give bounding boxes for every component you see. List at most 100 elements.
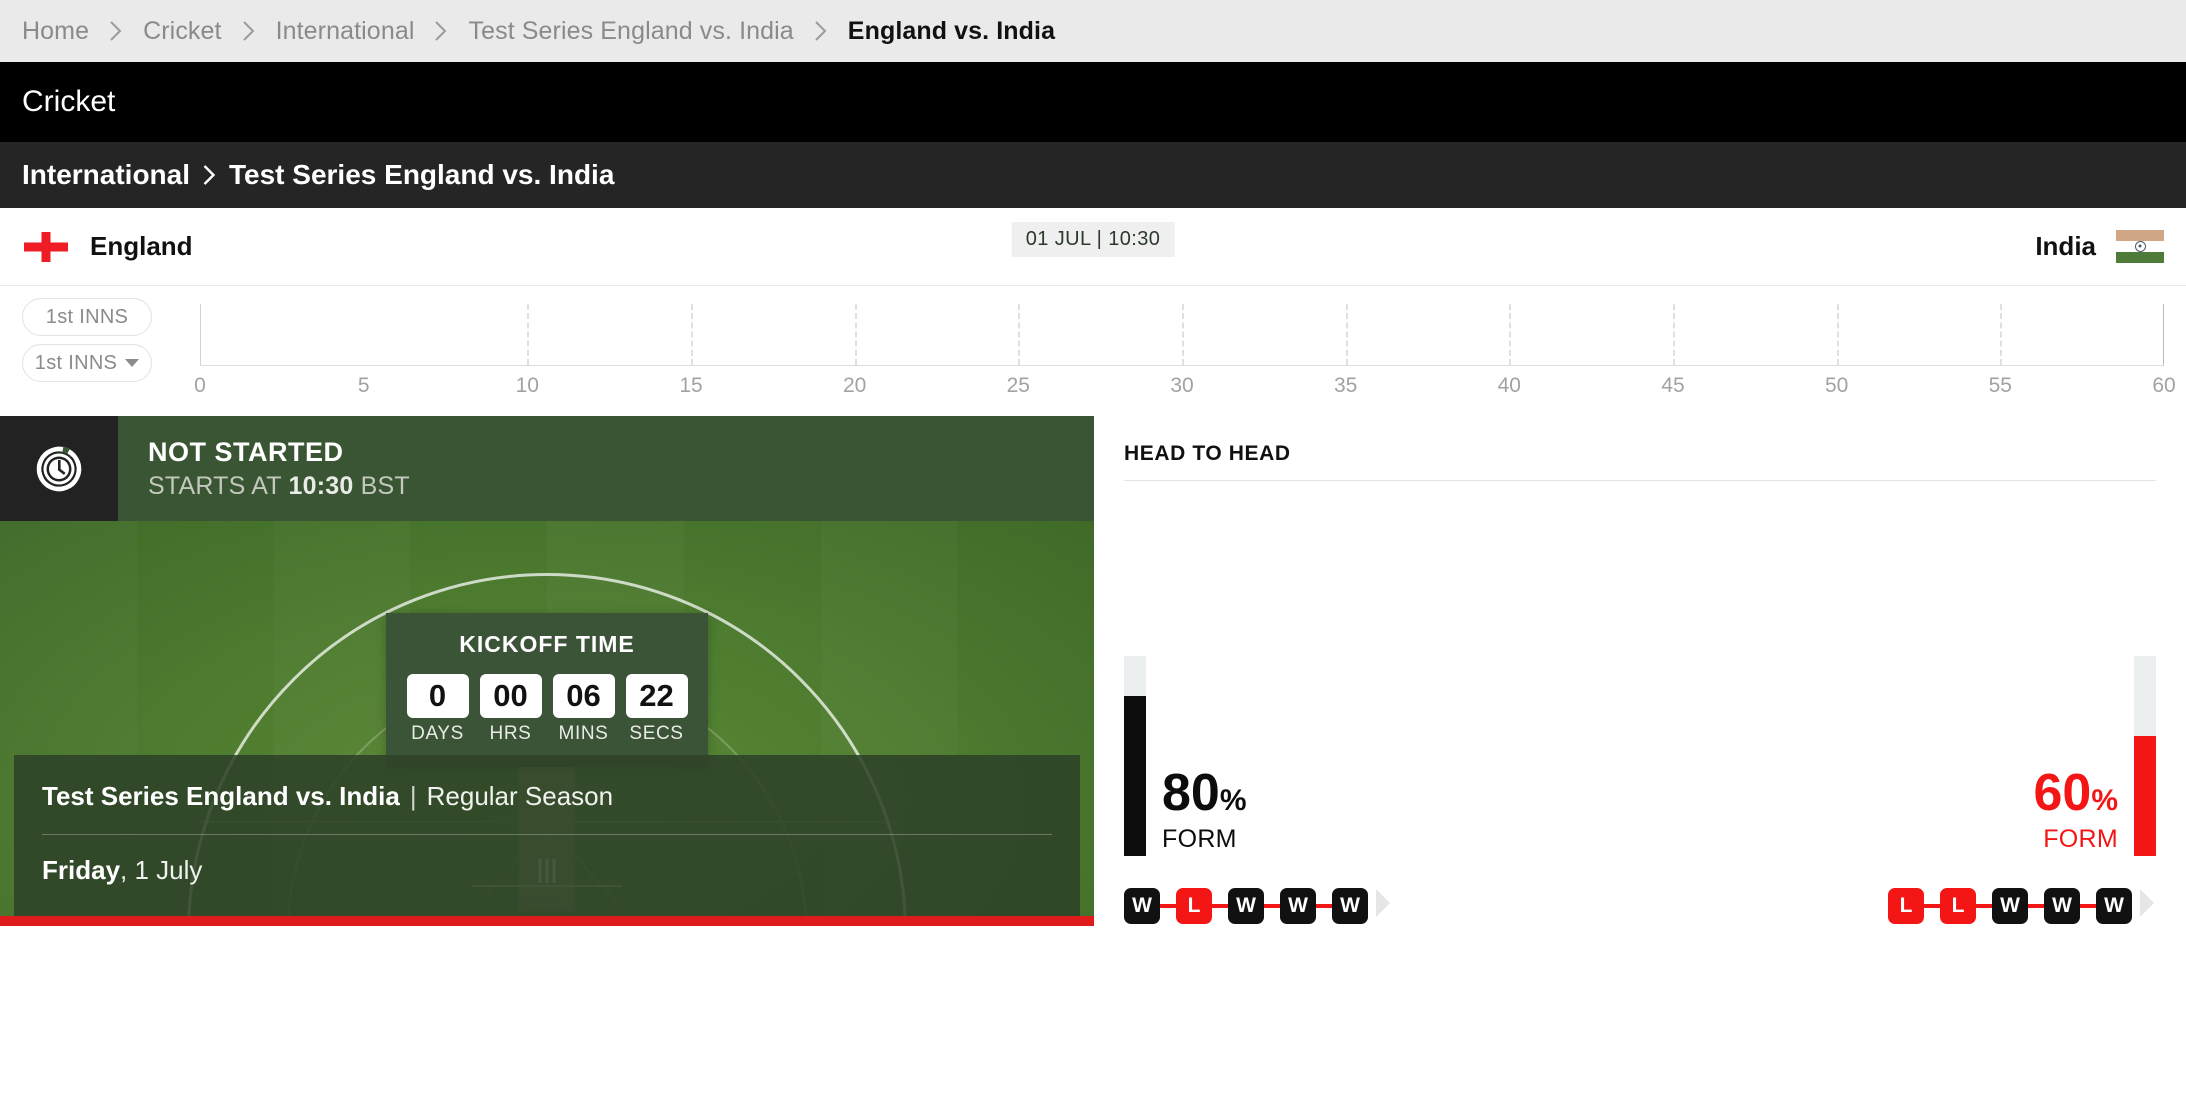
tick-label: 20: [842, 374, 867, 397]
chevron-right-icon: [222, 20, 276, 42]
home-form-percent-unit: %: [1219, 784, 1247, 817]
streak-more-chevron-icon[interactable]: [1374, 887, 1392, 924]
tick-label: 15: [679, 374, 703, 397]
main-content: NOT STARTED STARTS AT 10:30 BST KICKOFF …: [0, 416, 2186, 926]
england-flag-icon: [22, 229, 70, 264]
tick-label: 50: [1824, 374, 1849, 397]
form-comparison: 80% FORM W L W W W 60% FORM L L W W W: [1124, 616, 2156, 924]
chevron-right-icon: [190, 164, 229, 186]
match-visual-panel: NOT STARTED STARTS AT 10:30 BST KICKOFF …: [0, 416, 1094, 926]
form-result-badge: L: [1176, 887, 1212, 924]
gridline: [1509, 304, 1512, 365]
form-result-badge: W: [1124, 887, 1160, 924]
streak-connector: [2080, 903, 2096, 908]
home-team[interactable]: England: [22, 229, 193, 264]
match-status-headline: NOT STARTED: [148, 436, 344, 467]
match-info-competition-row: Test Series England vs. India | Regular Se…: [42, 781, 1052, 812]
form-result-badge: W: [1332, 887, 1368, 924]
match-info-date: , 1 July: [120, 855, 203, 885]
axis-left-edge: [200, 304, 201, 365]
match-info-day: Friday: [42, 855, 121, 885]
gridline: [854, 304, 857, 365]
match-info-divider: [42, 834, 1052, 835]
tick-label: 10: [515, 374, 539, 397]
form-result-badge: W: [1280, 887, 1316, 924]
start-time: 10:30: [288, 471, 354, 500]
axis-right-edge: [2163, 304, 2164, 365]
match-date-chip: 01 JUL | 10:30: [1011, 222, 1175, 257]
chart-plot-area: [200, 304, 2164, 366]
innings-label-text: 1st INNS: [45, 305, 129, 328]
tick-label: 5: [357, 374, 370, 397]
home-form-percent-value: 80: [1162, 764, 1220, 822]
home-team-name: England: [90, 231, 193, 261]
form-result-badge: W: [1228, 887, 1264, 924]
match-info-competition: Test Series England vs. India: [42, 781, 400, 811]
away-form-label: 60% FORM: [2033, 767, 2118, 854]
innings-selector-dropdown[interactable]: 1st INNS: [22, 344, 152, 382]
countdown-units: 0 DAYS 00 HRS 06 MINS 22 SECS: [406, 674, 688, 745]
tick-label: 60: [2152, 374, 2176, 397]
match-info-separator: |: [409, 781, 417, 811]
breadcrumb: Home Cricket International Test Series E…: [0, 0, 2186, 62]
form-result-badge: W: [1992, 887, 2028, 924]
breadcrumb-item-home[interactable]: Home: [22, 17, 89, 46]
kickoff-countdown: KICKOFF TIME 0 DAYS 00 HRS 06 MINS 22 SE…: [386, 613, 708, 767]
match-info-stage: Regular Season: [426, 781, 614, 811]
streak-connector: [2028, 903, 2044, 908]
league-competition[interactable]: Test Series England vs. India: [229, 159, 614, 191]
head-to-head-panel: HEAD TO HEAD 80% FORM W L W W W 60% FORM…: [1094, 416, 2186, 926]
league-region[interactable]: International: [22, 159, 190, 191]
countdown-minutes: 06 MINS: [552, 674, 615, 745]
match-status-text: NOT STARTED STARTS AT 10:30 BST: [118, 416, 410, 521]
chevron-right-icon: [89, 20, 143, 42]
gridline: [691, 304, 693, 365]
innings-label-pill: 1st INNS: [22, 298, 152, 336]
breadcrumb-item-international[interactable]: International: [276, 17, 415, 46]
league-bar: International Test Series England vs. In…: [0, 142, 2186, 208]
home-form-streak: W L W W W: [1124, 887, 1392, 924]
home-form-word: FORM: [1162, 825, 1237, 853]
innings-controls: 1st INNS 1st INNS: [22, 298, 152, 382]
chevron-down-icon: [125, 359, 140, 367]
away-form-percent: 60%: [2033, 767, 2118, 819]
tick-label: 0: [194, 374, 206, 397]
match-page: Home Cricket International Test Series E…: [0, 0, 2186, 1100]
india-flag-icon: [2116, 229, 2164, 264]
countdown-days: 0 DAYS: [406, 674, 469, 745]
starts-at-prefix: STARTS AT: [148, 471, 282, 500]
clock-icon: [0, 416, 118, 521]
away-form-bar-fill: [2134, 736, 2156, 856]
home-form-bar-fill: [1124, 696, 1146, 856]
breadcrumb-item-series[interactable]: Test Series England vs. India: [468, 17, 793, 46]
countdown-days-value: 0: [406, 674, 469, 718]
home-form-bar: [1124, 656, 1146, 856]
gridline: [1018, 304, 1021, 365]
tick-label: 55: [1988, 374, 2012, 397]
countdown-minutes-value: 06: [552, 674, 615, 718]
form-result-badge: L: [1888, 887, 1924, 924]
countdown-hours: 00 HRS: [479, 674, 542, 745]
chart-tick-labels: 0 5 10 15 20 25 30 35 40 45 50 55 60: [194, 366, 2176, 402]
away-form-streak: L L W W W: [1888, 887, 2156, 924]
away-form-percent-value: 60: [2033, 764, 2092, 822]
form-result-badge: L: [1940, 887, 1976, 924]
breadcrumb-item-cricket[interactable]: Cricket: [143, 17, 221, 46]
head-to-head-divider: [1124, 480, 2156, 481]
countdown-seconds-value: 22: [625, 674, 688, 718]
sport-title: Cricket: [22, 85, 116, 118]
gridline: [1836, 304, 1839, 365]
streak-connector: [1924, 903, 1940, 908]
countdown-days-label: DAYS: [411, 723, 464, 744]
home-form-label: 80% FORM: [1162, 767, 1247, 854]
away-form-bar: [2134, 656, 2156, 856]
streak-connector: [1316, 903, 1332, 908]
match-status-subline: STARTS AT 10:30 BST: [148, 472, 410, 501]
tick-label: 35: [1333, 374, 1358, 397]
streak-more-chevron-icon[interactable]: [2138, 887, 2156, 924]
gridline: [1673, 304, 1675, 365]
away-team[interactable]: India: [2035, 229, 2164, 264]
tick-label: 45: [1661, 374, 1685, 397]
tick-label: 25: [1006, 374, 1030, 397]
home-form-percent: 80%: [1162, 767, 1247, 819]
